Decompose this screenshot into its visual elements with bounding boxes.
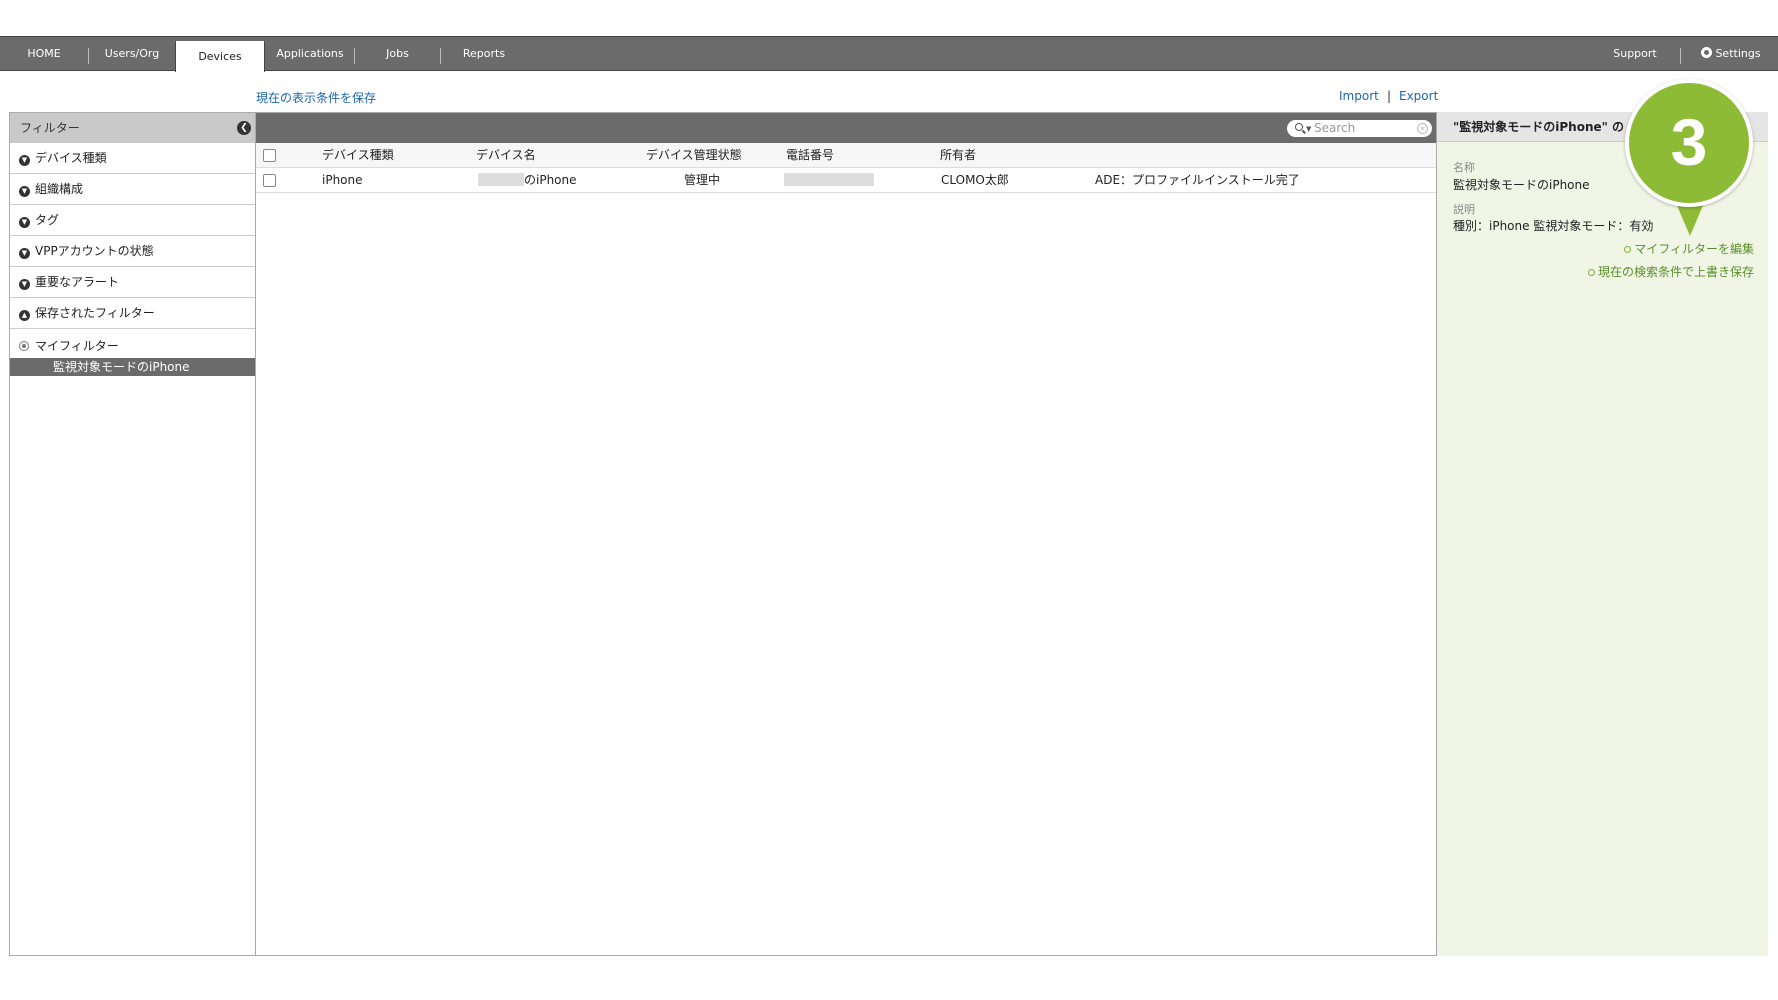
cell-device-type: iPhone: [322, 173, 363, 187]
settings-link[interactable]: Settings: [1690, 37, 1772, 71]
overwrite-save-link[interactable]: 現在の検索条件で上書き保存: [1587, 263, 1754, 280]
filter-label: VPPアカウントの状態: [35, 244, 154, 258]
tab-applications[interactable]: Applications: [266, 37, 354, 71]
filter-vpp-account[interactable]: ▼ VPPアカウントの状態: [10, 236, 255, 267]
cell-ade-status: ADE：プロファイルインストール完了: [1095, 173, 1300, 187]
sidebar-header: フィルター ❮: [10, 113, 255, 143]
step-number-callout: 3: [1625, 79, 1753, 207]
tab-reports[interactable]: Reports: [441, 37, 527, 71]
sidebar-title: フィルター: [20, 121, 80, 135]
filter-label: タグ: [35, 213, 60, 227]
bullet-icon: [1624, 246, 1632, 253]
gear-icon: [1701, 47, 1713, 58]
select-all-checkbox[interactable]: [263, 149, 276, 162]
chevron-down-icon: ▼: [19, 186, 30, 197]
chevron-down-icon: ▼: [19, 248, 30, 259]
redacted-text: [784, 173, 874, 186]
filter-organization[interactable]: ▼ 組織構成: [10, 174, 255, 205]
row-checkbox[interactable]: [263, 174, 276, 187]
name-value: 監視対象モードのiPhone: [1453, 178, 1590, 192]
redacted-text: [478, 173, 524, 186]
table-row[interactable]: iPhone のiPhone 管理中 CLOMO太郎 ADE：プロファイルインス…: [256, 168, 1436, 193]
search-icon: [1295, 123, 1303, 131]
table-toolbar: ▼ Search ×: [256, 113, 1436, 143]
column-header-management-status[interactable]: デバイス管理状態: [646, 143, 742, 168]
overwrite-save-label: 現在の検索条件で上書き保存: [1597, 265, 1754, 279]
filter-saved[interactable]: ▲ 保存されたフィルター: [10, 298, 255, 329]
export-link[interactable]: Export: [1399, 89, 1438, 103]
filter-label: 組織構成: [35, 182, 84, 196]
chevron-down-icon: ▼: [19, 155, 30, 166]
settings-label: Settings: [1715, 47, 1761, 60]
filter-detail-panel: "監視対象モードのiPhone" の 名称 監視対象モードのiPhone 説明 …: [1437, 112, 1768, 956]
nav-separator: [1680, 48, 1681, 64]
link-separator: |: [1387, 89, 1392, 103]
description-value: 種別：iPhone 監視対象モード：有効: [1453, 219, 1654, 233]
name-label: 名称: [1453, 161, 1475, 174]
device-table-panel: ▼ Search × デバイス種類 デバイス名 デバイス管理状態 電話番号 所有…: [256, 112, 1437, 956]
tab-home[interactable]: HOME: [0, 37, 88, 71]
search-options-caret-icon[interactable]: ▼: [1306, 121, 1311, 138]
support-link[interactable]: Support: [1595, 37, 1675, 71]
cell-device-name: のiPhone: [478, 168, 577, 193]
top-navigation: HOME Users/Org Devices Applications Jobs…: [0, 36, 1778, 72]
filter-label: デバイス種類: [35, 151, 107, 165]
cell-owner: CLOMO太郎: [941, 173, 1009, 187]
tab-devices[interactable]: Devices: [175, 41, 265, 72]
filter-device-type[interactable]: ▼ デバイス種類: [10, 143, 255, 174]
chevron-down-icon: ▼: [19, 279, 30, 290]
radio-icon: [19, 341, 29, 351]
column-header-owner[interactable]: 所有者: [940, 143, 976, 168]
cell-management-status: 管理中: [684, 173, 721, 187]
search-input[interactable]: ▼ Search ×: [1287, 120, 1432, 137]
edit-my-filter-label: マイフィルターを編集: [1634, 242, 1754, 256]
search-placeholder: Search: [1314, 121, 1356, 135]
table-header: デバイス種類 デバイス名 デバイス管理状態 電話番号 所有者: [256, 143, 1436, 168]
filter-tag[interactable]: ▼ タグ: [10, 205, 255, 236]
my-filter-group[interactable]: マイフィルター: [10, 334, 255, 358]
column-header-device-type[interactable]: デバイス種類: [322, 143, 394, 168]
save-view-link[interactable]: 現在の表示条件を保存: [256, 89, 376, 106]
column-header-device-name[interactable]: デバイス名: [476, 143, 536, 168]
chevron-down-icon: ▼: [19, 217, 30, 228]
chevron-up-icon: ▲: [19, 310, 30, 321]
column-header-phone-number[interactable]: 電話番号: [786, 143, 834, 168]
my-filter-item-selected[interactable]: 監視対象モードのiPhone: [10, 358, 255, 376]
my-filter-label: マイフィルター: [35, 339, 119, 353]
collapse-left-icon[interactable]: ❮: [237, 121, 251, 135]
filter-label: 保存されたフィルター: [35, 306, 155, 320]
cell-phone-number: [784, 168, 874, 193]
tab-jobs[interactable]: Jobs: [355, 37, 440, 71]
device-name-suffix: のiPhone: [524, 173, 577, 187]
import-link[interactable]: Import: [1339, 89, 1379, 103]
filter-sidebar: フィルター ❮ ▼ デバイス種類 ▼ 組織構成 ▼ タグ ▼ VPPアカウントの状態 ▼…: [9, 112, 256, 956]
filter-label: 重要なアラート: [35, 275, 120, 289]
bullet-icon: [1587, 269, 1595, 276]
description-label: 説明: [1453, 203, 1475, 216]
tab-users-org[interactable]: Users/Org: [89, 37, 175, 71]
clear-icon[interactable]: ×: [1417, 123, 1428, 134]
filter-critical-alert[interactable]: ▼ 重要なアラート: [10, 267, 255, 298]
edit-my-filter-link[interactable]: マイフィルターを編集: [1624, 240, 1754, 257]
